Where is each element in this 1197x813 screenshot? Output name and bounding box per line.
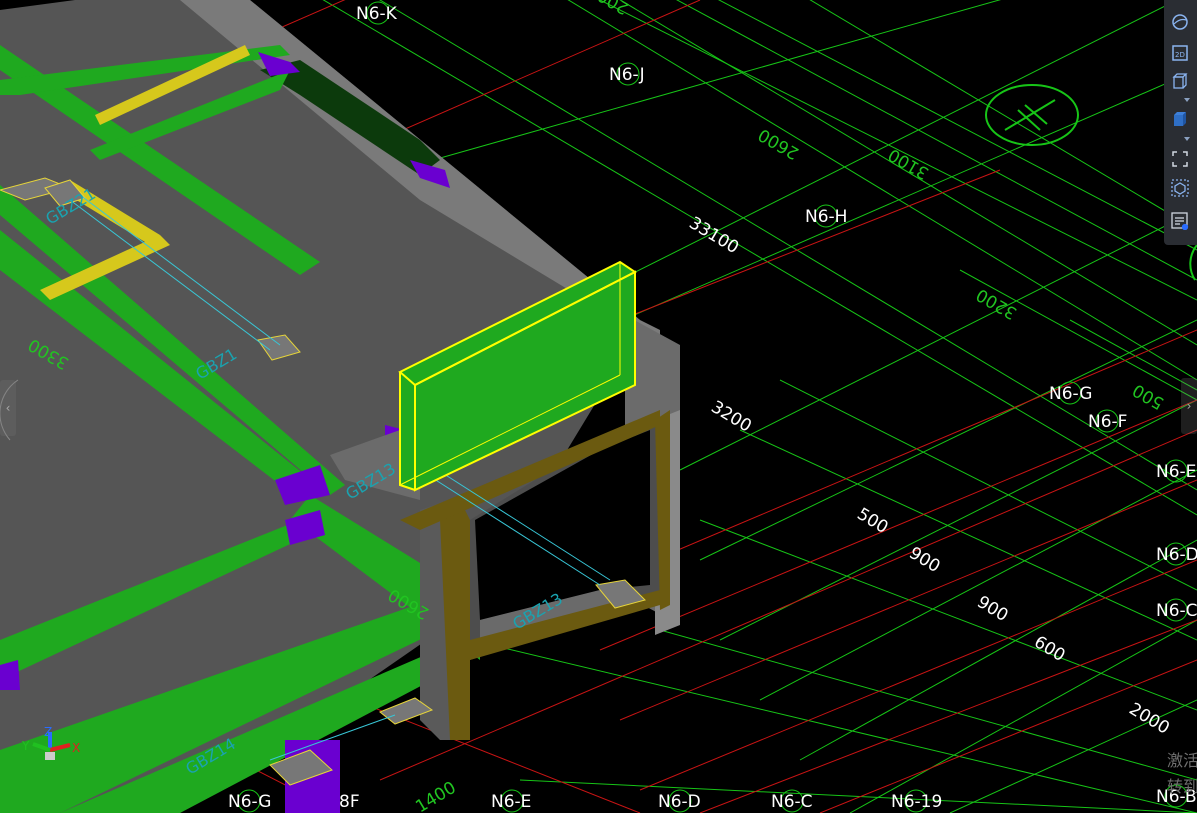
- properties-icon[interactable]: [1169, 210, 1191, 232]
- dim-3100: 3100: [885, 144, 932, 183]
- dim-2600: 2600: [755, 124, 802, 163]
- watermark-line1: 激活: [1167, 751, 1197, 770]
- dim-3200: 3200: [707, 397, 754, 436]
- dim-600: 600: [1030, 632, 1068, 666]
- axis-label-8f-bottom: 8F: [339, 792, 360, 812]
- fit-screen-icon[interactable]: [1169, 148, 1191, 170]
- dim-500: 500: [853, 504, 891, 538]
- axis-label-n6-h: N6-H: [805, 207, 847, 227]
- structural-3d-scene[interactable]: N6-K N6-J N6-H N6-G N6-F N6-E N6-D N6-C …: [0, 0, 1197, 813]
- 2d-view-icon[interactable]: 2D: [1169, 42, 1191, 64]
- axis-label-n6-c-right: N6-C: [1156, 601, 1197, 621]
- box-view-caret-icon[interactable]: [1184, 98, 1190, 102]
- gizmo-x-label: X: [72, 741, 80, 755]
- gizmo-y-label: Y: [21, 739, 30, 753]
- axis-label-n6-19-bottom: N6-19: [891, 792, 942, 812]
- svg-text:2D: 2D: [1175, 51, 1185, 59]
- axis-label-n6-g-bottom: N6-G: [228, 792, 271, 812]
- dim-900a: 900: [905, 543, 943, 577]
- watermark-line2: 转到: [1167, 777, 1197, 796]
- box-view-icon[interactable]: [1169, 70, 1191, 92]
- dim-1400: 1400: [412, 778, 459, 813]
- dim-2000: 2000: [1125, 699, 1172, 738]
- axis-label-n6-f-right: N6-F: [1088, 412, 1127, 432]
- dim-33100: 33100: [685, 213, 742, 258]
- gizmo-z-label: Z: [44, 725, 52, 739]
- axis-label-n6-c-bottom: N6-C: [771, 792, 813, 812]
- axis-label-n6-d-right: N6-D: [1156, 545, 1197, 565]
- dim-200: 200: [594, 0, 632, 18]
- left-panel-toggle[interactable]: ‹: [0, 380, 16, 436]
- axis-label-n6-j: N6-J: [609, 65, 645, 85]
- dim-900b: 900: [973, 592, 1011, 626]
- axis-label-n6-d-bottom: N6-D: [658, 792, 701, 812]
- axis-label-n6-k: N6-K: [356, 4, 398, 24]
- axis-label-n6-e-bottom: N6-E: [491, 792, 531, 812]
- solid-box-caret-icon[interactable]: [1184, 137, 1190, 141]
- model-viewport[interactable]: N6-K N6-J N6-H N6-G N6-F N6-E N6-D N6-C …: [0, 0, 1197, 813]
- right-panel-toggle[interactable]: ›: [1181, 378, 1197, 434]
- axis-label-n6-e-right: N6-E: [1156, 462, 1196, 482]
- sphere-view-icon[interactable]: [1169, 11, 1191, 33]
- dim-500-right: 500: [1129, 379, 1167, 413]
- axis-label-n6-g-right: N6-G: [1049, 384, 1092, 404]
- component-icon[interactable]: [1169, 177, 1191, 199]
- north-compass[interactable]: [985, 84, 1079, 146]
- right-ring: [1189, 244, 1197, 281]
- activation-watermark: 激活 转到: [1167, 748, 1197, 800]
- solid-box-icon[interactable]: [1169, 108, 1191, 130]
- view-toolbar: 2D: [1164, 0, 1197, 245]
